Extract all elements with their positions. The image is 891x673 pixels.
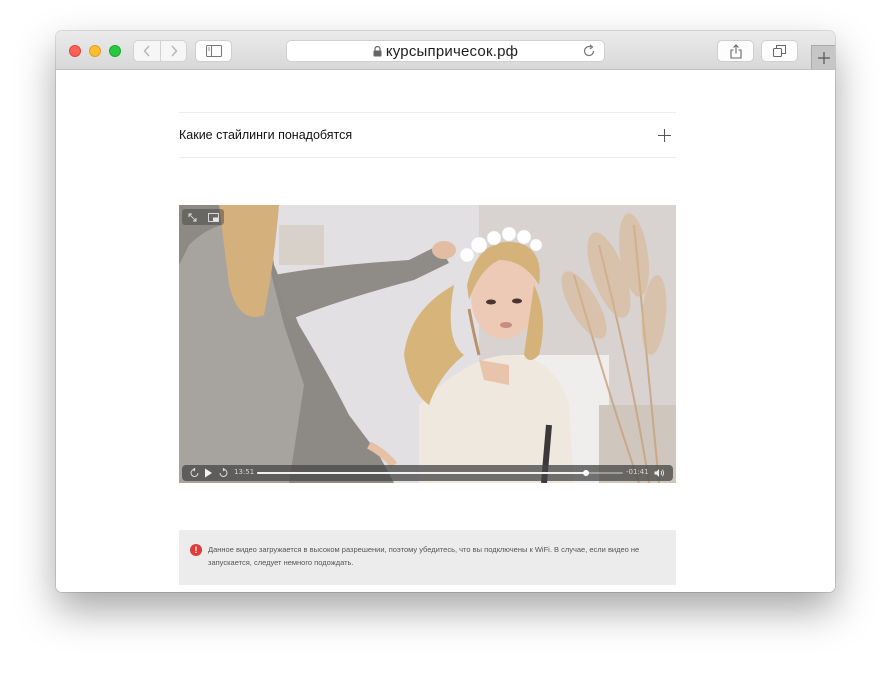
forward-button[interactable] — [160, 40, 187, 62]
plus-icon[interactable] — [658, 128, 671, 142]
close-window-button[interactable] — [69, 45, 81, 57]
video-controls-bar: 13:51 -01:41 — [182, 465, 673, 481]
volume-icon[interactable] — [654, 468, 665, 478]
address-bar[interactable]: курсыпричесок.рф — [286, 40, 605, 62]
zoom-window-button[interactable] — [109, 45, 121, 57]
divider-top — [179, 112, 676, 113]
minimize-window-button[interactable] — [89, 45, 101, 57]
tabs-overview-button[interactable] — [761, 40, 798, 62]
new-tab-button[interactable] — [811, 45, 835, 69]
accordion-item-styling[interactable]: Какие стайлинги понадобятся — [179, 115, 676, 155]
page-content: Какие стайлинги понадобятся 13:51 -01:41… — [56, 70, 835, 592]
video-notice: ! Данное видео загружается в высоком раз… — [179, 530, 676, 585]
rewind-15-icon[interactable] — [190, 468, 200, 478]
video-frame — [179, 205, 676, 483]
video-remaining-time: -01:41 — [626, 468, 649, 476]
browser-window: курсыпричесок.рф Какие стайлинги понадоб… — [56, 31, 835, 592]
video-player[interactable]: 13:51 -01:41 — [179, 205, 676, 483]
chevron-left-icon — [143, 45, 150, 57]
sidebar-button[interactable] — [195, 40, 232, 62]
video-top-controls — [182, 209, 224, 225]
sidebar-icon — [205, 45, 222, 57]
url-text: курсыпричесок.рф — [385, 42, 519, 60]
lock-icon — [373, 45, 382, 56]
plus-icon — [817, 51, 830, 64]
play-icon[interactable] — [204, 468, 213, 478]
fullscreen-icon[interactable] — [188, 213, 197, 222]
back-button[interactable] — [133, 40, 160, 62]
video-current-time: 13:51 — [234, 468, 255, 476]
share-button[interactable] — [717, 40, 754, 62]
reload-icon[interactable] — [582, 44, 596, 58]
history-navigation — [133, 40, 187, 62]
video-seek-thumb[interactable] — [583, 470, 590, 476]
browser-toolbar: курсыпричесок.рф — [56, 31, 835, 70]
accordion-title: Какие стайлинги понадобятся — [179, 128, 353, 142]
tabs-overview-icon — [773, 45, 786, 57]
video-seek-fill — [257, 472, 587, 474]
divider-bottom — [179, 157, 676, 158]
forward-15-icon[interactable] — [218, 468, 228, 478]
share-icon — [729, 43, 742, 59]
video-seek-bar[interactable] — [257, 470, 623, 476]
notice-text: Данное видео загружается в высоком разре… — [208, 545, 640, 567]
picture-in-picture-icon[interactable] — [207, 212, 219, 222]
info-icon: ! — [190, 544, 202, 556]
chevron-right-icon — [170, 45, 177, 57]
